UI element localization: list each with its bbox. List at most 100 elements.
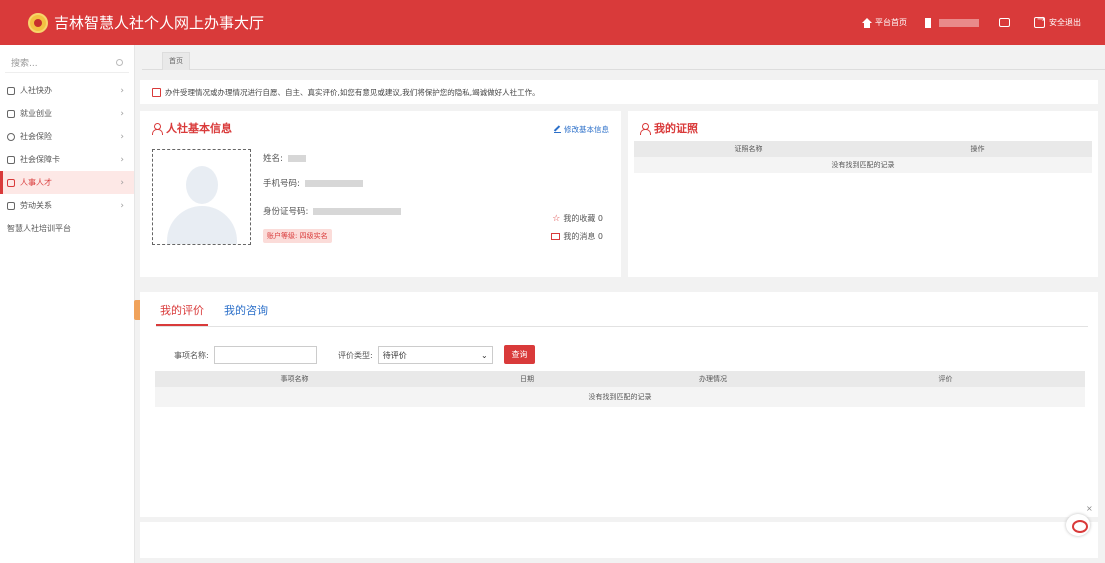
avatar: [152, 149, 251, 245]
logout-label: 安全退出: [1049, 18, 1081, 27]
user-name-mask[interactable]: [939, 18, 979, 27]
name-row: 姓名:: [263, 152, 306, 164]
sidebar-item-quick-service[interactable]: 人社快办 ›: [0, 79, 134, 102]
national-emblem-icon: [28, 12, 48, 33]
edit-basic-info-link[interactable]: 修改基本信息: [554, 124, 609, 135]
chevron-right-icon: ›: [120, 177, 124, 188]
chevron-right-icon: ›: [120, 85, 124, 96]
id-row: 身份证号码:: [263, 205, 402, 217]
tab-my-consultations[interactable]: 我的咨询: [220, 302, 272, 326]
search-input[interactable]: 搜索...: [11, 56, 38, 69]
certificates-title: 我的证照: [654, 122, 698, 135]
phone-label: 手机号码:: [263, 179, 300, 189]
sidebar-item-label: 劳动关系: [20, 201, 52, 210]
sidebar-item-training-platform[interactable]: 智慧人社培训平台: [0, 217, 134, 240]
header-actions: 平台首页 安全退出: [862, 0, 1081, 45]
chevron-right-icon: ›: [120, 108, 124, 119]
tab-bar: 首页: [142, 50, 1105, 70]
sidebar-item-label: 社会保障卡: [20, 155, 60, 164]
pencil-icon: [554, 126, 561, 133]
evaluation-type-filter: 评价类型: 待评价 ⌄: [338, 346, 493, 364]
id-label: 身份证号码:: [263, 207, 309, 217]
evaluation-tabs: 我的评价 我的咨询: [156, 302, 272, 326]
basic-info-title: 人社基本信息: [166, 122, 232, 135]
group-icon: [7, 109, 15, 118]
notice-bar: 办件受理情况或办理情况进行自愿、自主、真实评价,如您有意见或建议,我们将保护您的…: [140, 80, 1098, 104]
item-name-filter: 事项名称:: [174, 346, 317, 364]
chevron-right-icon: ›: [120, 200, 124, 211]
sidebar: 搜索... 人社快办 › 就业创业 › 社会保险 › 社会保障卡 › 人事人才 …: [0, 45, 135, 563]
name-label: 姓名:: [263, 154, 283, 164]
sidebar-item-label: 人社快办: [20, 86, 52, 95]
logout-icon: [1034, 14, 1045, 28]
column-header: 评价: [806, 371, 1085, 387]
sidebar-item-social-security-card[interactable]: 社会保障卡 ›: [0, 148, 134, 171]
top-header: 吉林智慧人社个人网上办事大厅 平台首页 安全退出: [0, 0, 1105, 45]
person-icon: [152, 122, 163, 135]
favorites-link[interactable]: ☆ 我的收藏 0: [552, 213, 603, 224]
evaluation-type-select[interactable]: 待评价 ⌄: [377, 346, 493, 364]
sidebar-item-label: 人事人才: [20, 178, 52, 187]
basic-info-card: 人社基本信息 修改基本信息 姓名: 手机号码: 身份证号码: 账户等级: 四级实…: [140, 111, 621, 277]
phone-redacted: [304, 179, 363, 187]
sidebar-item-label: 就业创业: [20, 109, 52, 118]
query-button[interactable]: 查询: [504, 345, 535, 364]
chevron-right-icon: ›: [120, 154, 124, 165]
account-level-badge: 账户等级: 四级实名: [263, 229, 332, 243]
message-icon[interactable]: [999, 18, 1010, 27]
avatar-head: [186, 166, 218, 204]
assistant-robot-icon[interactable]: [1066, 514, 1090, 536]
user-avatar-mask: [925, 17, 931, 28]
messages-label: 我的消息 0: [563, 232, 603, 241]
speaker-icon: [152, 87, 161, 97]
table-row: 没有找到匹配的记录: [634, 157, 1092, 173]
document-icon: [7, 201, 15, 210]
messages-link[interactable]: 我的消息 0: [551, 231, 603, 242]
card-title: 人社基本信息: [152, 120, 232, 136]
star-icon: ☆: [552, 213, 561, 224]
sidebar-item-label: 社会保险: [20, 132, 52, 141]
search-icon[interactable]: [116, 59, 123, 66]
sidebar-search[interactable]: 搜索...: [5, 53, 129, 73]
float-close-icon[interactable]: ×: [1086, 504, 1093, 513]
tab-home[interactable]: 首页: [162, 52, 190, 70]
tab-divider: [156, 326, 1088, 327]
column-header: 证照名称: [634, 141, 863, 157]
column-header: 日期: [434, 371, 620, 387]
table-header-row: 事项名称 日期 办理情况 评价: [155, 371, 1085, 387]
evaluation-table: 事项名称 日期 办理情况 评价 没有找到匹配的记录: [155, 371, 1085, 407]
certificates-table: 证照名称 操作 没有找到匹配的记录: [634, 141, 1092, 173]
phone-row: 手机号码:: [263, 177, 363, 189]
mail-icon: [551, 233, 561, 240]
sidebar-item-employment[interactable]: 就业创业 ›: [0, 102, 134, 125]
platform-home-link[interactable]: 平台首页: [862, 17, 907, 28]
column-header: 操作: [863, 141, 1092, 157]
tab-my-evaluations[interactable]: 我的评价: [156, 302, 208, 326]
sidebar-item-labor-relations[interactable]: 劳动关系 ›: [0, 194, 134, 217]
favorites-label: 我的收藏 0: [563, 214, 603, 223]
card-icon: [7, 155, 15, 164]
column-header: 办理情况: [620, 371, 806, 387]
empty-row-text: 没有找到匹配的记录: [634, 157, 1092, 173]
edit-basic-info-label: 修改基本信息: [564, 125, 609, 134]
platform-home-label: 平台首页: [875, 18, 907, 27]
chevron-right-icon: ›: [120, 131, 124, 142]
table-header-row: 证照名称 操作: [634, 141, 1092, 157]
logout-link[interactable]: 安全退出: [1018, 14, 1081, 28]
chevron-down-icon: ⌄: [481, 350, 488, 360]
sidebar-item-label: 智慧人社培训平台: [7, 224, 71, 233]
item-name-label: 事项名称:: [174, 350, 209, 360]
empty-row-text: 没有找到匹配的记录: [155, 387, 1085, 407]
evaluation-type-label: 评价类型:: [338, 350, 373, 360]
sidebar-item-social-insurance[interactable]: 社会保险 ›: [0, 125, 134, 148]
talent-icon: [7, 178, 15, 187]
id-redacted: [313, 207, 402, 215]
column-header: 事项名称: [155, 371, 434, 387]
certificates-card: 我的证照 证照名称 操作 没有找到匹配的记录: [628, 111, 1098, 277]
name-redacted: [287, 154, 306, 162]
item-name-input[interactable]: [213, 346, 317, 364]
avatar-body: [167, 206, 237, 244]
sidebar-item-hr-talent[interactable]: 人事人才 ›: [0, 171, 134, 194]
app-title: 吉林智慧人社个人网上办事大厅: [54, 14, 265, 32]
person-icon: [640, 122, 651, 135]
